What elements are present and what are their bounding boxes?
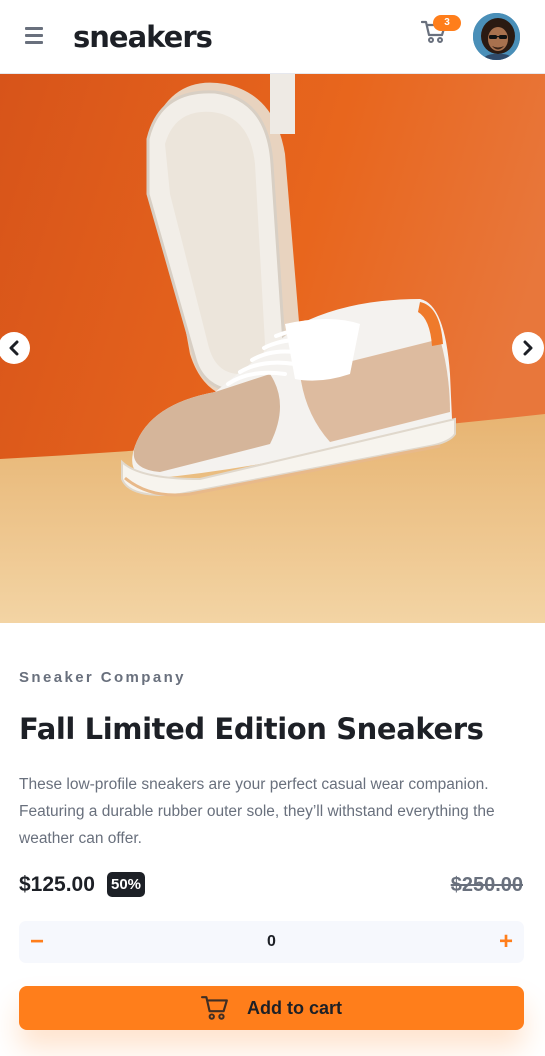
logo[interactable]: sneakers [73, 17, 213, 57]
company-name: Sneaker Company [19, 669, 186, 686]
discount-badge: 50% [107, 872, 145, 897]
product-hero-image [0, 74, 545, 623]
chevron-left-icon [9, 340, 19, 356]
product-description: These low-profile sneakers are your perf… [19, 776, 495, 847]
gallery-next-button[interactable] [512, 332, 544, 364]
original-price: $250.00 [450, 874, 523, 896]
increase-quantity-button[interactable]: + [488, 921, 524, 963]
avatar[interactable] [471, 11, 522, 62]
cart-icon [200, 996, 228, 1020]
current-price: $125.00 [19, 873, 95, 896]
quantity-stepper: 0 − + [19, 921, 524, 963]
cart-count-badge: 3 [433, 15, 461, 31]
product-title: Fall Limited Edition Sneakers [19, 712, 484, 746]
chevron-right-icon [523, 340, 533, 356]
add-to-cart-label: Add to cart [246, 997, 342, 1018]
menu-icon[interactable] [25, 27, 45, 45]
quantity-value: 0 [267, 933, 276, 950]
decrease-quantity-button[interactable]: − [19, 921, 55, 963]
add-to-cart-button[interactable]: Add to cart [19, 986, 524, 1030]
top-header: sneakers 3 [0, 0, 545, 74]
